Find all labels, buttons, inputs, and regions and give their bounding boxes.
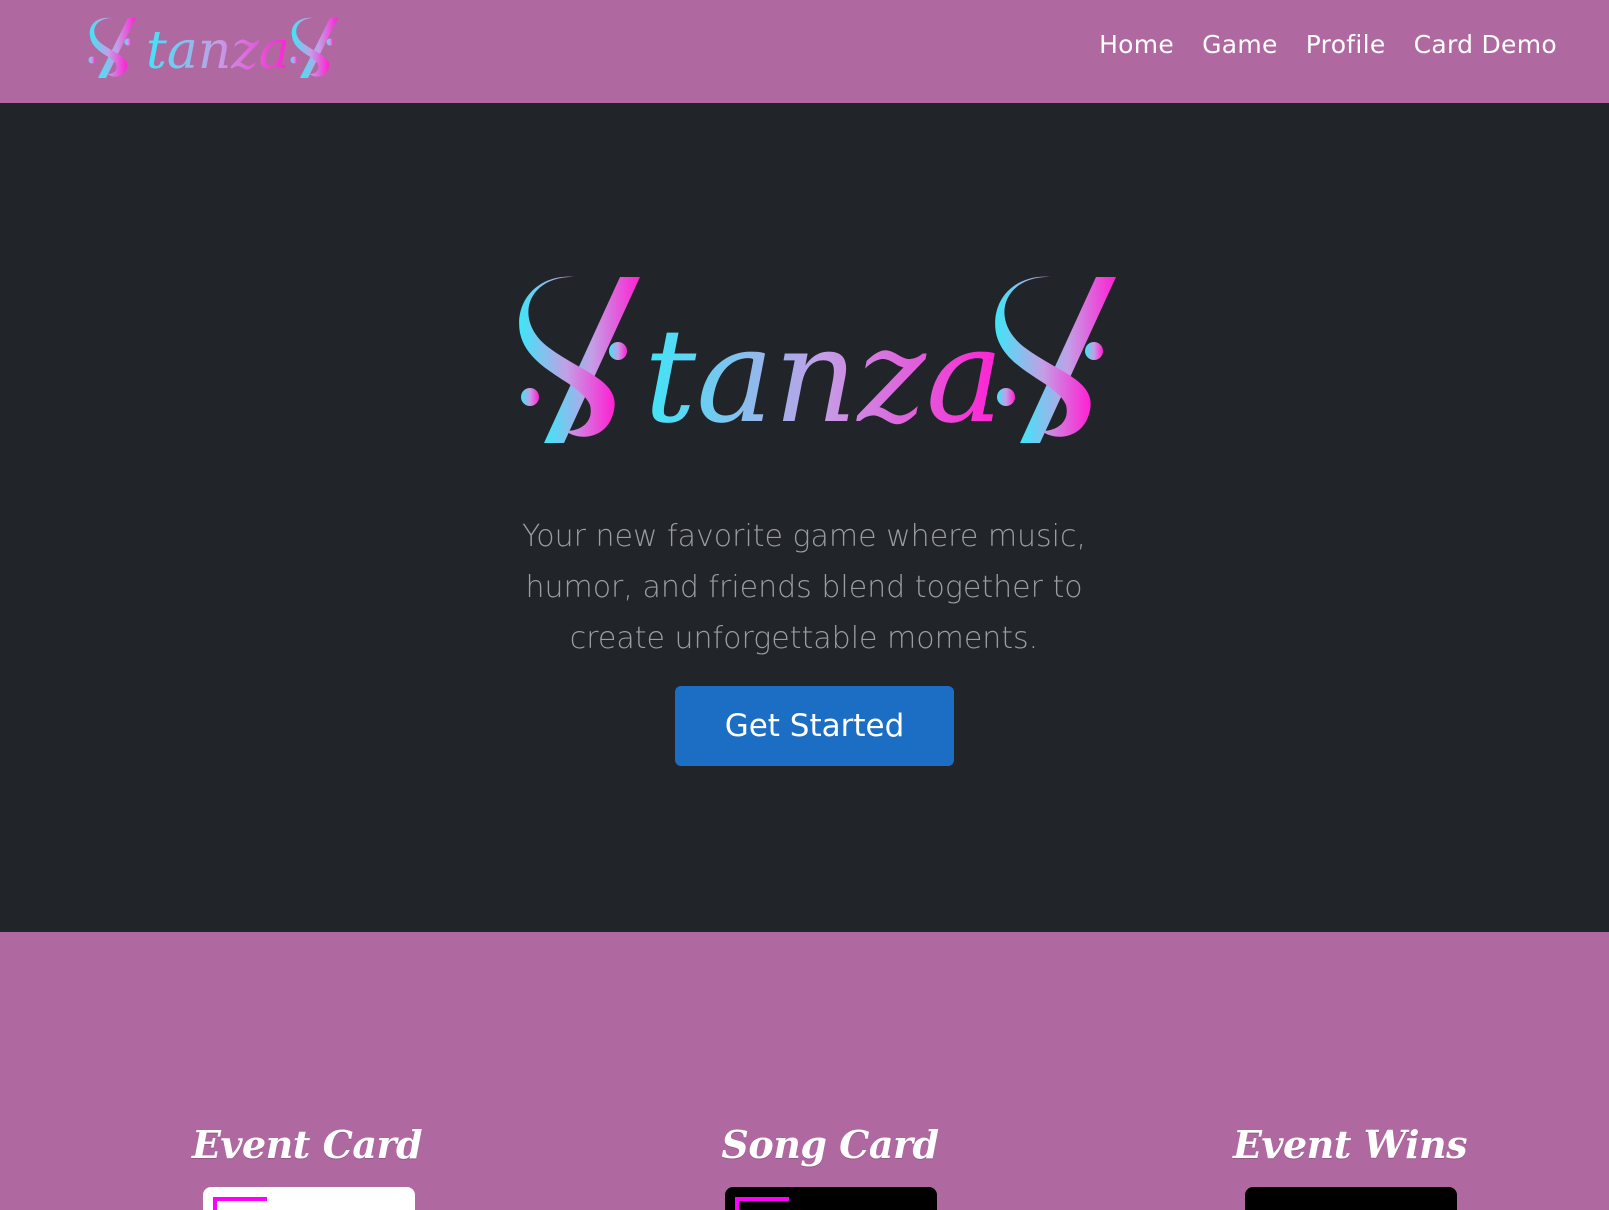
hero-tagline: Your new favorite game where music, humo… bbox=[521, 519, 1087, 656]
event-wins-preview[interactable] bbox=[1245, 1187, 1457, 1210]
get-started-button[interactable]: Get Started bbox=[675, 686, 954, 766]
nav-game-link[interactable]: Game bbox=[1202, 30, 1278, 59]
event-card-preview[interactable] bbox=[203, 1187, 415, 1210]
card-corner-accent bbox=[735, 1197, 789, 1210]
nav-links: Home Game Profile Card Demo bbox=[1099, 30, 1557, 59]
navbar: tanza Home Game Profile Card Demo bbox=[0, 0, 1609, 103]
card-corner-accent bbox=[213, 1197, 267, 1210]
nav-profile-link[interactable]: Profile bbox=[1306, 30, 1386, 59]
feature-title: Song Card bbox=[721, 1122, 939, 1167]
hero-logo: tanza bbox=[519, 276, 1116, 452]
feature-title: Event Wins bbox=[1232, 1122, 1468, 1167]
song-card-preview[interactable] bbox=[725, 1187, 937, 1210]
brand-logo[interactable]: tanza bbox=[84, 12, 352, 84]
features-section: Event Card Song Card Event Wins bbox=[0, 932, 1609, 1210]
hero-section: tanza Your new favorite game where music… bbox=[0, 103, 1609, 932]
feature-title: Event Card bbox=[191, 1122, 423, 1167]
brand-wordmark: tanza bbox=[146, 21, 290, 81]
nav-card-demo-link[interactable]: Card Demo bbox=[1414, 30, 1557, 59]
nav-home-link[interactable]: Home bbox=[1099, 30, 1174, 59]
hero-wordmark: tanza bbox=[644, 300, 1003, 452]
